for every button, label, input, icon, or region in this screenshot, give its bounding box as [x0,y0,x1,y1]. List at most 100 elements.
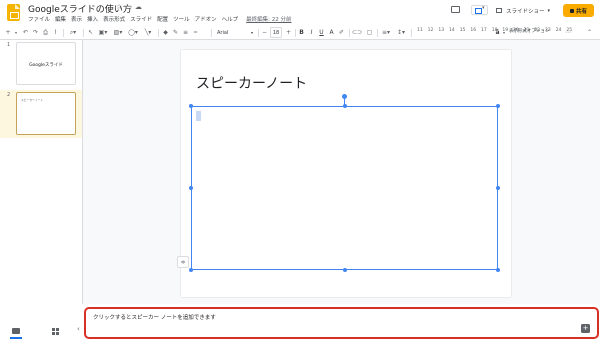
lock-icon [569,8,574,13]
slide-thumbnail-row[interactable]: 1 Googleスライド [0,40,82,88]
resize-handle-bottom[interactable] [343,268,347,272]
folder-icon[interactable]: ▭ [125,3,135,11]
body-text-box[interactable] [189,104,500,272]
slide-number: 1 [7,42,11,48]
border-dash-icon[interactable]: ┅ [191,27,200,38]
bold-icon[interactable]: B [297,27,306,38]
chevron-down-icon[interactable]: ▾ [548,8,551,14]
speaker-notes-placeholder[interactable]: クリックするとスピーカー ノートを追加できます [93,313,216,321]
print-icon[interactable]: ⎙ [41,27,50,38]
underline-icon[interactable]: U [317,27,326,38]
toolbar-divider [349,29,350,37]
resize-handle-top[interactable] [343,104,347,108]
line-icon[interactable]: ╲▾ [141,27,155,38]
font-size-increase-icon[interactable]: + [284,27,293,38]
redo-icon[interactable]: ↷ [31,27,40,38]
zoom-icon[interactable]: ⌕▾ [66,27,80,38]
toolbar-divider [377,29,378,37]
text-cursor [196,111,201,121]
ruler-tick: 14 [449,28,455,33]
resize-handle-top-left[interactable] [189,104,193,108]
font-size-decrease-icon[interactable]: − [260,27,269,38]
present-mode-button[interactable] [471,5,488,15]
italic-icon[interactable]: I [307,27,316,38]
comment-icon[interactable]: ▢ [365,27,374,38]
slide-thumbnail-row-active[interactable]: 2 スピーカーノート [0,90,82,138]
menu-file[interactable]: ファイル [28,15,50,23]
menu-help[interactable]: ヘルプ [222,15,239,23]
resize-handle-bottom-left[interactable] [189,268,193,272]
last-edit-link[interactable]: 最終編集: 22 分前 [246,15,291,23]
toolbar-divider [63,29,64,37]
resize-handle-left[interactable] [189,186,193,190]
fill-color-icon[interactable]: ◆ [161,27,170,38]
highlight-icon[interactable]: ✐ [337,27,346,38]
ruler-tick: 11 [417,28,423,33]
cloud-icon[interactable]: ☁ [135,3,145,11]
slide-canvas-area: スピーカーノート ≑ [82,40,600,304]
share-button[interactable]: 共有 [563,4,594,17]
explore-icon[interactable]: + [581,324,590,333]
filmstrip-view-icon[interactable] [10,328,22,339]
menu-slide[interactable]: スライド [130,15,152,23]
toolbar-divider [295,29,296,37]
chevron-down-icon[interactable]: ▾ [501,27,507,38]
line-spacing-icon[interactable]: ↕▾ [394,27,408,38]
menu-bar: ファイル 編集 表示 挿入 表示形式 スライド 配置 ツール アドオン ヘルプ … [28,15,297,23]
slide-thumbnail[interactable]: Googleスライド [16,42,76,85]
slide-thumbnail[interactable]: スピーカーノート [16,92,76,135]
textbox-icon[interactable]: ▣▾ [96,27,110,38]
menu-arrange[interactable]: 配置 [157,15,168,23]
title-icons: ☆▭☁ [116,3,145,11]
font-size-input[interactable]: 18 [270,27,282,38]
slide-filmstrip: 1 Googleスライド 2 スピーカーノート ‹ [0,40,82,340]
star-icon[interactable]: ☆ [116,3,125,11]
new-slide-chevron-icon[interactable]: ▾ [13,27,19,38]
undo-icon[interactable]: ↶ [21,27,30,38]
slide-title[interactable]: スピーカーノート [196,73,307,93]
collapse-panel-icon[interactable]: ‹ [77,325,80,333]
border-color-icon[interactable]: ✎ [171,27,180,38]
grid-view-icon[interactable] [52,328,60,335]
share-label: 共有 [575,8,587,15]
menu-insert[interactable]: 挿入 [87,15,98,23]
toolbar-divider [158,29,159,37]
slide-canvas[interactable]: スピーカーノート ≑ [177,50,511,297]
slideshow-label: スライドショー [506,8,545,15]
border-weight-icon[interactable]: ≡ [181,27,190,38]
menu-tools[interactable]: ツール [173,15,190,23]
ruler-tick: 12 [427,28,434,33]
speaker-notes-panel[interactable]: クリックするとスピーカー ノートを追加できます + [84,307,599,339]
image-icon[interactable]: ▨▾ [111,27,125,38]
link-icon[interactable]: ⊂⊃ [351,27,363,38]
menu-edit[interactable]: 編集 [55,15,66,23]
chevron-down-icon: ▾ [250,30,253,35]
menu-format[interactable]: 表示形式 [103,15,125,23]
toolbar-divider [83,29,84,37]
resize-handle-bottom-right[interactable] [496,268,500,272]
new-slide-icon[interactable]: + [3,27,13,38]
menu-view[interactable]: 表示 [71,15,82,23]
toolbar-divider [411,29,412,37]
slideshow-button[interactable]: スライドショー ▾ [496,4,552,17]
shape-icon[interactable]: ◯▾ [126,27,140,38]
font-family-select[interactable]: Arial ▾ [215,27,255,38]
thumbnail-title: スピーカーノート [21,98,44,102]
menu-addons[interactable]: アドオン [195,15,217,23]
slides-logo-icon[interactable] [7,4,20,21]
text-color-icon[interactable]: A [327,27,336,38]
ruler-tick: 13 [438,28,445,33]
slide-number: 2 [7,92,11,98]
align-icon[interactable]: ≡▾ [379,27,393,38]
resize-handle-top-right[interactable] [496,104,500,108]
chevron-up-icon[interactable]: ⌃ [585,27,594,38]
resize-handle-right[interactable] [496,186,500,190]
format-options-button[interactable]: 表示形式オプション [509,28,550,34]
drag-handle-icon[interactable]: ≑ [177,256,189,268]
more-icon[interactable]: ⋯ [563,27,573,38]
comment-history-icon[interactable] [451,6,460,13]
slideshow-icon [496,8,502,13]
toolbar-divider [258,29,259,37]
paint-format-icon[interactable]: ⌇ [51,27,60,38]
select-icon[interactable]: ↖ [86,27,95,38]
